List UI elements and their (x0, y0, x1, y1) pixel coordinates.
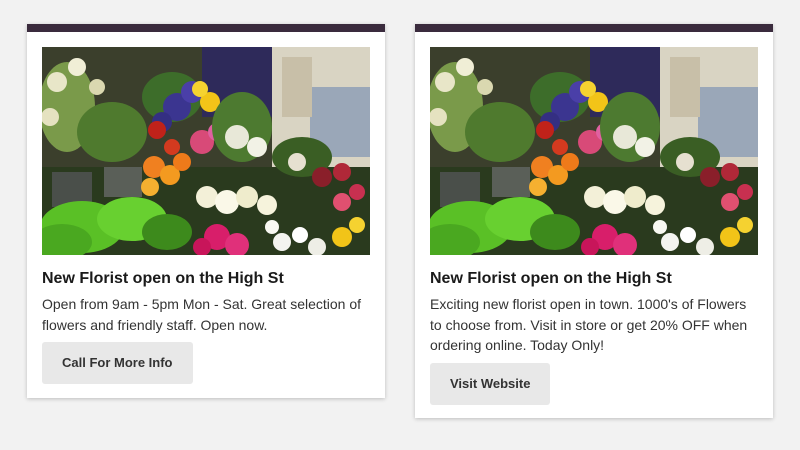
card-description: Open from 9am - 5pm Mon - Sat. Great sel… (42, 296, 362, 333)
card-top-bar (415, 24, 773, 32)
florist-ad-card-1: New Florist open on the High St Open fro… (27, 24, 385, 398)
flower-shop-photo (430, 47, 758, 255)
card-top-bar (27, 24, 385, 32)
florist-ad-card-2: New Florist open on the High St Exciting… (415, 24, 773, 418)
card-title: New Florist open on the High St (42, 270, 284, 287)
flower-shop-photo (42, 47, 370, 255)
call-for-more-info-button[interactable]: Call For More Info (42, 342, 193, 384)
card-description: Exciting new florist open in town. 1000'… (430, 296, 748, 353)
card-title: New Florist open on the High St (430, 270, 672, 287)
visit-website-button[interactable]: Visit Website (430, 362, 551, 405)
